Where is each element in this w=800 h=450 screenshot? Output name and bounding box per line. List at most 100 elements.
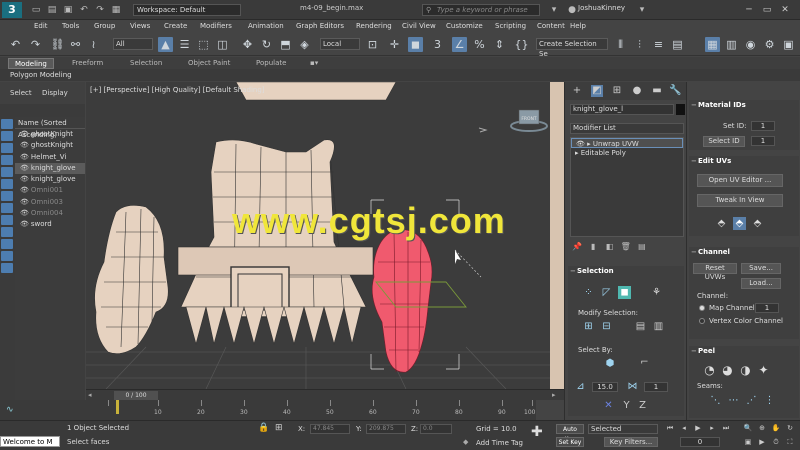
previous-frame-icon[interactable]: ◂ <box>678 423 690 433</box>
app-logo[interactable]: 3 <box>2 2 22 18</box>
menu-modifiers[interactable]: Modifiers <box>200 22 232 30</box>
close-icon[interactable]: ✕ <box>778 3 792 17</box>
show-end-result-icon[interactable]: ▮ <box>586 242 600 251</box>
menu-graph-editors[interactable]: Graph Editors <box>296 22 344 30</box>
workspace-select[interactable]: Workspace: Default <box>133 4 241 16</box>
eye-icon[interactable]: 👁 <box>20 164 29 172</box>
list-item[interactable]: 👁 sword <box>15 219 85 230</box>
render-frame-icon[interactable]: ▣ <box>781 37 796 52</box>
hierarchy-tab-icon[interactable]: ⊞ <box>611 85 623 97</box>
rotate-icon[interactable]: ↻ <box>259 37 274 52</box>
select-overlap-icon[interactable]: ⋈ <box>626 380 639 393</box>
select-by-name-icon[interactable]: ☰ <box>177 37 192 52</box>
user-menu-icon[interactable]: ▾ <box>636 4 648 16</box>
filter-helpers-icon[interactable] <box>1 167 13 177</box>
set-id-spinner[interactable]: 1 <box>751 121 775 131</box>
modifier-list-dropdown[interactable]: Modifier List <box>570 123 684 134</box>
ring-selection-icon[interactable]: ▤ <box>634 320 647 333</box>
list-item[interactable]: 👁 Omni004 <box>15 208 85 219</box>
edit-seams-icon[interactable]: ⋱ <box>709 394 722 407</box>
load-uvw-button[interactable]: Load... <box>741 278 781 289</box>
toggle-ribbon-icon[interactable]: ▤ <box>670 37 685 52</box>
map-channel-spinner[interactable]: 1 <box>755 303 779 313</box>
key-mode-select[interactable]: Selected <box>588 424 658 434</box>
move-icon[interactable]: ✥ <box>240 37 255 52</box>
list-item[interactable]: 👁 knight_glove <box>15 162 85 175</box>
time-slider[interactable]: ◂ 0 / 100 ▸ <box>86 389 564 400</box>
edge-select-icon[interactable]: ◸ <box>600 286 613 299</box>
field-of-view-icon[interactable]: ▶ <box>756 437 768 447</box>
tab-object-paint[interactable]: Object Paint <box>182 58 236 69</box>
select-by-z-icon[interactable]: Z <box>636 399 649 412</box>
material-ids-title[interactable]: Material IDs <box>689 100 799 111</box>
save-uvw-button[interactable]: Save... <box>741 263 781 274</box>
next-frame-icon[interactable]: ▸ <box>706 423 718 433</box>
utilities-tab-icon[interactable]: 🔧 <box>669 85 681 97</box>
time-tag-icon[interactable]: ◆ <box>463 438 468 446</box>
ribbon-polygon-modeling[interactable]: Polygon Modeling <box>0 69 800 81</box>
filter-frozen-icon[interactable] <box>1 239 13 249</box>
key-filters-button[interactable]: Key Filters... <box>604 437 658 447</box>
selection-filter[interactable]: All <box>113 38 153 50</box>
eye-icon[interactable]: 👁 <box>20 209 29 217</box>
edge-sel-to-seams-icon[interactable]: ⋰ <box>745 394 758 407</box>
absolute-mode-icon[interactable]: ⊞ <box>275 423 283 433</box>
shrink-selection-icon[interactable]: ⊟ <box>600 320 613 333</box>
object-color-swatch[interactable] <box>676 104 685 115</box>
zoom-extents-icon[interactable]: ▣ <box>742 437 754 447</box>
time-config-icon[interactable]: ⏱ <box>770 437 782 447</box>
play-icon[interactable]: ▶ <box>692 423 704 433</box>
filter-xrefs-icon[interactable] <box>1 203 13 213</box>
pivot-center-icon[interactable]: ⊡ <box>365 37 380 52</box>
modifier-stack-item[interactable]: 👁 ▸ Unwrap UVW <box>571 138 683 148</box>
menu-content[interactable]: Content <box>537 22 565 30</box>
eye-icon[interactable]: 👁 <box>20 220 29 228</box>
filter-containers-icon[interactable] <box>1 227 13 237</box>
menu-rendering[interactable]: Rendering <box>356 22 392 30</box>
select-by-y-icon[interactable]: Y <box>620 399 633 412</box>
grow-selection-icon[interactable]: ⊞ <box>582 320 595 333</box>
eye-icon[interactable]: 👁 <box>20 141 29 149</box>
minimize-icon[interactable]: ─ <box>742 3 756 17</box>
zoom-icon[interactable]: 🔍 <box>742 423 754 433</box>
keyboard-shortcut-override-icon[interactable]: ◼ <box>408 37 423 52</box>
next-frame-icon[interactable]: ▸ <box>552 391 556 399</box>
perspective-viewport[interactable]: FRONT [+] [Perspective] [High Quality] [… <box>86 82 564 389</box>
render-setup-icon[interactable]: ⚙ <box>762 37 777 52</box>
pin-stack-icon[interactable]: 📌 <box>570 242 584 251</box>
menu-views[interactable]: Views <box>130 22 150 30</box>
eye-icon[interactable]: 👁 <box>20 175 29 183</box>
select-count-spinner[interactable]: 1 <box>644 382 668 392</box>
select-by-element-icon[interactable]: ⬢ <box>602 356 618 372</box>
time-ruler[interactable]: 10 20 30 40 50 60 70 80 90 100 <box>86 400 536 420</box>
prev-frame-icon[interactable]: ◂ <box>88 391 92 399</box>
create-tab-icon[interactable]: + <box>571 85 583 97</box>
tab-freeform[interactable]: Freeform <box>66 58 109 69</box>
vertex-color-channel-radio[interactable] <box>699 318 705 324</box>
menu-help[interactable]: Help <box>570 22 586 30</box>
curve-editor-icon[interactable]: ▦ <box>705 37 720 52</box>
point-to-point-seams-icon[interactable]: ⋯ <box>727 394 740 407</box>
user-name[interactable]: JoshuaKinney <box>578 4 625 12</box>
tab-populate[interactable]: Populate <box>250 58 292 69</box>
placement-icon[interactable]: ◈ <box>297 37 312 52</box>
time-slider-thumb[interactable]: 0 / 100 <box>114 391 158 400</box>
select-id-spinner[interactable]: 1 <box>751 136 775 146</box>
select-inverted-icon[interactable]: ✕ <box>602 399 615 412</box>
modify-tab-icon[interactable]: ◩ <box>591 85 603 97</box>
quick-planar-icon[interactable]: ⬘ <box>733 217 746 230</box>
list-item[interactable]: 👁 Omni003 <box>15 197 85 208</box>
modifier-stack-item[interactable]: ▸ Editable Poly <box>571 148 683 158</box>
angle-snap-icon[interactable]: ∠ <box>452 37 467 52</box>
mirror-icon[interactable]: ⫴ <box>613 37 628 52</box>
viewport-label[interactable]: [+] [Perspective] [High Quality] [Defaul… <box>90 86 265 94</box>
pelt-map-icon[interactable]: ◕ <box>721 364 734 377</box>
set-key-button[interactable]: Set Key <box>556 437 584 447</box>
rectangle-selection-icon[interactable]: ⬚ <box>196 37 211 52</box>
tab-selection[interactable]: Selection <box>124 58 168 69</box>
filter-geometry-icon[interactable] <box>1 119 13 129</box>
menu-civil-view[interactable]: Civil View <box>402 22 436 30</box>
filter-cameras-icon[interactable] <box>1 155 13 165</box>
map-channel-radio[interactable] <box>699 305 705 311</box>
peel-mode-icon[interactable]: ◔ <box>703 364 716 377</box>
